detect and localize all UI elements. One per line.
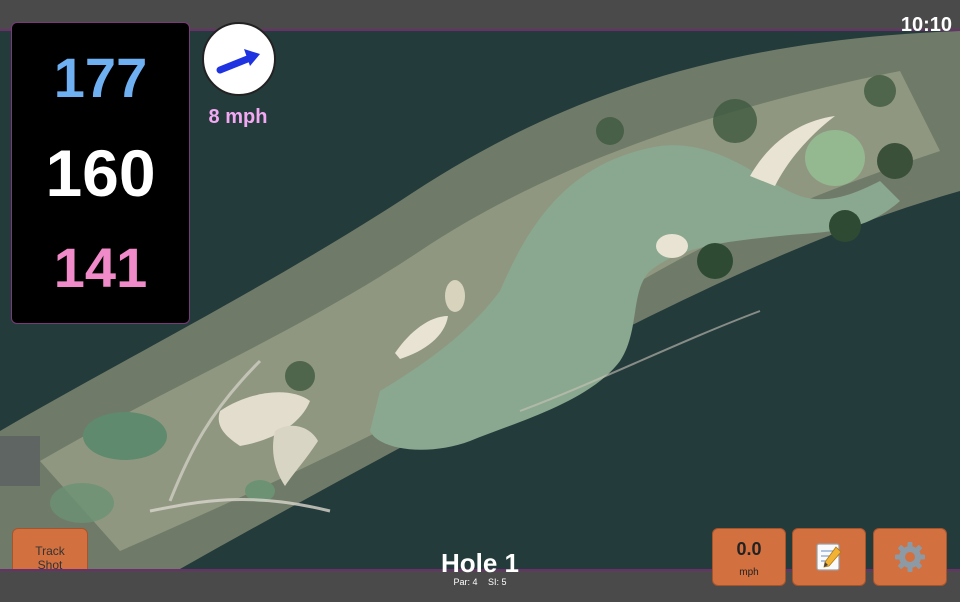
arrow-icon [216, 49, 260, 74]
distance-panel: 177 160 141 [11, 22, 190, 324]
hole-title: Hole 1 [440, 548, 520, 578]
hole-stroke-index: SI: 5 [488, 577, 507, 587]
speed-value: 0.0 [736, 539, 762, 559]
hole-info: Par: 4 SI: 5 [420, 577, 540, 587]
settings-button[interactable] [873, 528, 947, 586]
track-shot-label-line1: Track [35, 544, 65, 558]
gear-icon [895, 542, 925, 572]
notes-button[interactable] [792, 528, 866, 586]
middle-distance: 160 [45, 136, 156, 210]
notepad-icon [816, 543, 842, 571]
wind-speed: 8 mph [208, 106, 268, 128]
front-distance: 141 [53, 236, 148, 299]
speed-unit: mph [739, 567, 759, 578]
speed-button[interactable]: 0.0 mph [712, 528, 786, 586]
wind-indicator [202, 22, 276, 96]
hole-par: Par: 4 [453, 577, 478, 587]
back-distance: 177 [53, 46, 148, 109]
